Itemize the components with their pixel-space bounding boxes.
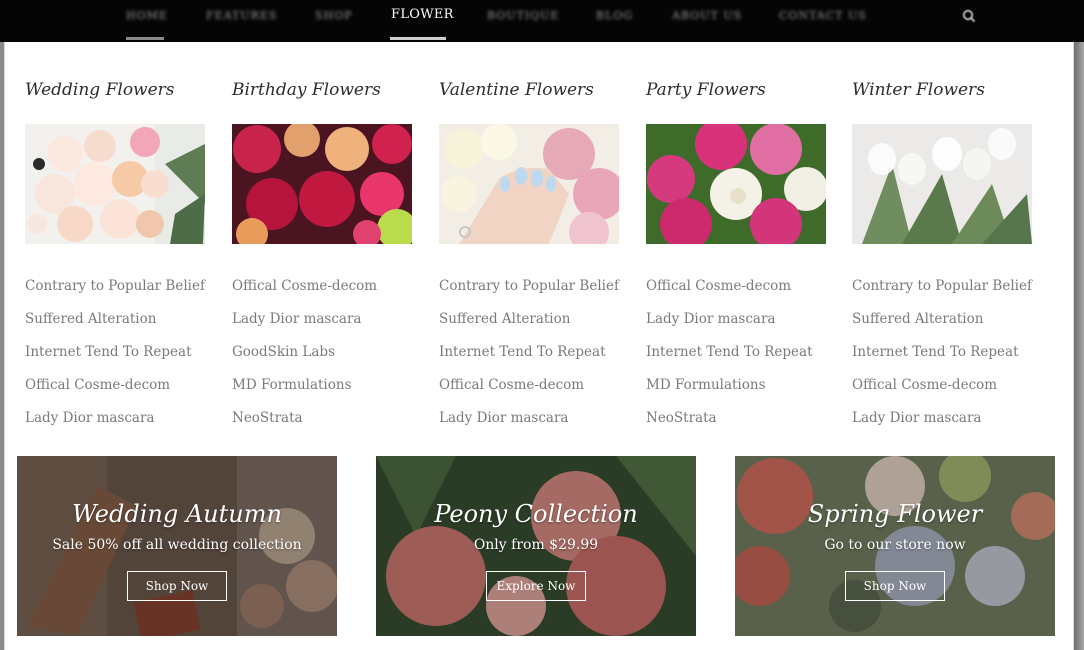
menu-link[interactable]: Offical Cosme-decom [852,377,997,393]
mega-menu-panel: Wedding Flowers Contrary to Popular Beli… [4,42,1074,650]
menu-link[interactable]: Internet Tend To Repeat [439,344,606,360]
nav-item-shop[interactable]: SHOP [315,9,353,22]
banner-peony-collection[interactable]: Peony Collection Only from $29.99 Explor… [376,456,696,636]
menu-link[interactable]: Contrary to Popular Belief [852,278,1032,294]
menu-link[interactable]: Lady Dior mascara [852,410,981,426]
column-title: Party Flowers [646,80,766,100]
menu-link[interactable]: Offical Cosme-decom [232,278,377,294]
search-icon[interactable] [962,9,976,23]
shop-now-button[interactable]: Shop Now [845,571,945,601]
valentine-bouquet-image[interactable] [439,124,619,244]
column-title: Winter Flowers [852,80,985,100]
menu-link[interactable]: Suffered Alteration [852,311,983,327]
menu-link[interactable]: Suffered Alteration [439,311,570,327]
explore-now-button[interactable]: Explore Now [486,571,586,601]
menu-link[interactable]: Offical Cosme-decom [646,278,791,294]
column-title: Valentine Flowers [439,80,594,100]
shop-now-button[interactable]: Shop Now [127,571,227,601]
top-navigation-bar: HOME FEATURES SHOP FLOWER BOUTIQUE BLOG … [0,0,1084,42]
nav-item-flower[interactable]: FLOWER [391,7,454,22]
menu-link[interactable]: Offical Cosme-decom [439,377,584,393]
nav-item-blog[interactable]: BLOG [596,9,633,22]
banner-spring-flower[interactable]: Spring Flower Go to our store now Shop N… [735,456,1055,636]
menu-link[interactable]: Lady Dior mascara [439,410,568,426]
panel-right-shade [1074,42,1084,650]
banner-subtitle: Go to our store now [824,537,966,553]
nav-item-features[interactable]: FEATURES [206,9,277,22]
menu-link[interactable]: Contrary to Popular Belief [25,278,205,294]
menu-link[interactable]: Internet Tend To Repeat [852,344,1019,360]
menu-link[interactable]: MD Formulations [646,377,766,393]
nav-item-contact-us[interactable]: CONTACT US [779,9,867,22]
banner-subtitle: Only from $29.99 [473,537,599,553]
banner-wedding-autumn[interactable]: Wedding Autumn Sale 50% off all wedding … [17,456,337,636]
nav-home-underline [126,37,164,40]
nav-flower-underline [390,37,446,40]
menu-link[interactable]: Internet Tend To Repeat [646,344,813,360]
banner-title: Spring Flower [807,500,983,528]
menu-link[interactable]: Internet Tend To Repeat [25,344,192,360]
banner-subtitle: Sale 50% off all wedding collection [52,537,302,553]
nav-item-boutique[interactable]: BOUTIQUE [487,9,560,22]
menu-link[interactable]: Suffered Alteration [25,311,156,327]
menu-link[interactable]: Lady Dior mascara [646,311,775,327]
banner-title: Wedding Autumn [72,500,282,528]
column-title: Birthday Flowers [232,80,381,100]
menu-link[interactable]: Lady Dior mascara [25,410,154,426]
winter-bouquet-image[interactable] [852,124,1032,244]
menu-link[interactable]: Offical Cosme-decom [25,377,170,393]
birthday-bouquet-image[interactable] [232,124,412,244]
menu-link[interactable]: Contrary to Popular Belief [439,278,619,294]
menu-link[interactable]: Lady Dior mascara [232,311,361,327]
menu-link[interactable]: NeoStrata [232,410,303,426]
nav-item-about-us[interactable]: ABOUT US [672,9,742,22]
menu-link[interactable]: GoodSkin Labs [232,344,335,360]
nav-item-home[interactable]: HOME [126,9,168,22]
menu-link[interactable]: NeoStrata [646,410,717,426]
party-bouquet-image[interactable] [646,124,826,244]
menu-link[interactable]: MD Formulations [232,377,352,393]
banner-title: Peony Collection [434,500,638,528]
column-title: Wedding Flowers [25,80,175,100]
wedding-bouquet-image[interactable] [25,124,205,244]
